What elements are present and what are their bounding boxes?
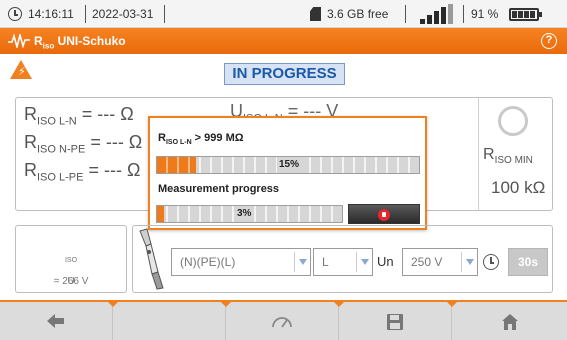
home-button[interactable] — [452, 302, 567, 340]
status-divider — [405, 5, 406, 23]
measurement-progress-bar: 3% — [156, 205, 343, 223]
chevron-down-icon — [356, 252, 372, 272]
measurement-time-button[interactable]: 30s — [508, 248, 548, 276]
insulation-wave-icon — [8, 34, 30, 48]
chevron-down-icon — [461, 252, 477, 272]
result-status-ring-icon — [498, 106, 528, 136]
clock-icon — [8, 7, 22, 21]
result-progress-fill — [157, 157, 197, 173]
uiso-box: U ISO = 266 V — [15, 225, 127, 293]
battery-icon — [509, 8, 542, 21]
stop-hand-icon — [378, 209, 390, 221]
bottom-navigation — [0, 300, 567, 340]
measurement-progress-label: Measurement progress — [158, 183, 280, 195]
high-voltage-warning-icon: ⚡ — [10, 60, 32, 79]
stop-measurement-button[interactable] — [348, 204, 420, 224]
home-icon — [501, 314, 518, 330]
test-voltage-select[interactable]: 250 V — [402, 248, 478, 276]
status-divider — [463, 5, 464, 23]
help-icon[interactable]: ? — [541, 33, 557, 49]
measurement-progress-fill — [157, 206, 165, 222]
riso-min-label: RISO MIN — [483, 146, 533, 167]
measurement-progress-percent: 3% — [235, 206, 254, 222]
measure-button[interactable] — [226, 302, 344, 340]
progress-dialog: RISO L-N > 999 MΩ 15% Measurement progre… — [148, 116, 427, 230]
plug-config-select[interactable]: (N)(PE)(L) — [171, 248, 311, 276]
riso-min-block: RISO MIN 100 kΩ — [478, 98, 554, 210]
dialog-result: RISO L-N > 999 MΩ — [158, 132, 244, 147]
empty-nav-slot — [113, 302, 231, 340]
status-time: 14:16:11 — [28, 7, 74, 21]
storage-free: 3.6 GB free — [327, 7, 389, 21]
chevron-down-icon — [294, 252, 310, 272]
save-icon — [387, 314, 403, 330]
uni-schuko-probe-icon — [139, 228, 164, 290]
status-divider — [85, 5, 86, 23]
back-button[interactable] — [0, 302, 118, 340]
uiso-value: U ISO = 266 V — [53, 257, 89, 287]
reading-riso-l-pe: RISO L-PE = --- Ω — [24, 160, 141, 184]
gauge-icon — [272, 317, 292, 328]
status-bar: 14:16:11 2022-03-31 3.6 GB free 91 % — [0, 0, 567, 28]
back-arrow-icon — [47, 314, 64, 328]
sd-card-icon — [310, 7, 321, 21]
status-date: 2022-03-31 — [92, 7, 154, 21]
signal-strength-icon — [420, 4, 456, 24]
riso-min-value[interactable]: 100 kΩ — [491, 178, 545, 198]
timer-icon — [483, 254, 499, 270]
settings-panel: (N)(PE)(L) L Un 250 V 30s — [132, 225, 553, 293]
status-label: IN PROGRESS — [224, 63, 345, 85]
conductor-select[interactable]: L — [313, 248, 373, 276]
result-progress-percent: 15% — [277, 157, 302, 173]
title-bar: Riso UNI-Schuko ? — [0, 28, 567, 54]
reading-riso-n-pe: RISO N-PE = --- Ω — [24, 132, 143, 156]
measurement-title: Riso UNI-Schuko — [34, 34, 126, 51]
un-label: Un — [377, 254, 394, 269]
result-progress-bar: 15% — [156, 156, 420, 174]
save-button[interactable] — [339, 302, 457, 340]
reading-riso-l-n: RISO L-N = --- Ω — [24, 104, 134, 128]
battery-percent: 91 % — [471, 7, 499, 21]
status-divider — [164, 5, 165, 23]
